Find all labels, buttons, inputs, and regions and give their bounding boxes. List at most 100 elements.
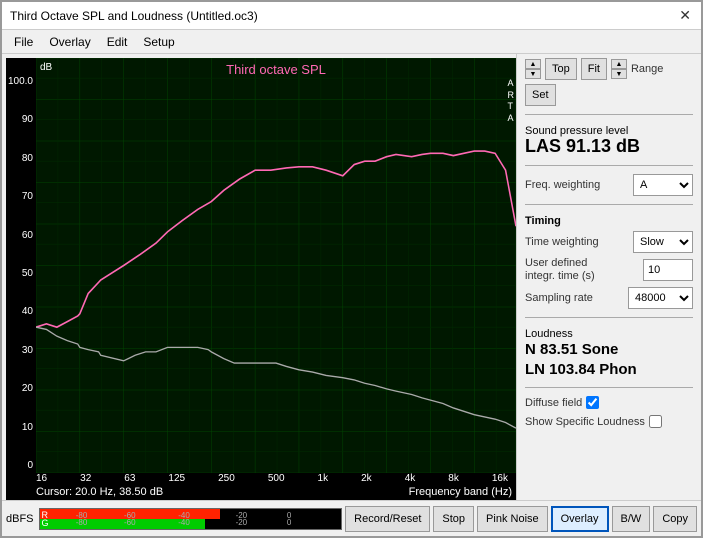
show-specific-label: Show Specific Loudness [525,416,645,428]
chart-area: 100.0 90 80 70 60 50 40 30 20 10 0 Third… [6,58,516,500]
loudness-section: Loudness N 83.51 Sone LN 103.84 Phon [525,326,693,379]
freq-band-label: Frequency band (Hz) [409,486,512,498]
y-tick-80: 80 [6,153,33,164]
set-button[interactable]: Set [525,84,556,106]
level-meter: R G -80 -60 -40 -20 0 -80 -60 -40 -20 0 [39,508,343,530]
freq-250: 250 [218,473,235,484]
freq-weighting-select[interactable]: A B C Z [633,174,693,196]
top-up-btn[interactable]: ▲ [525,59,541,69]
spl-value: LAS 91.13 dB [525,137,693,157]
loudness-label: Loudness [525,328,693,340]
freq-500: 500 [268,473,285,484]
freq-weighting-label: Freq. weighting [525,179,600,191]
time-weighting-select[interactable]: Fast Slow Impulse [633,231,693,253]
diffuse-field-row: Diffuse field [525,396,693,409]
y-tick-50: 50 [6,268,33,279]
sampling-rate-row: Sampling rate 44100 48000 96000 [525,287,693,309]
user-integr-row: User defined integr. time (s) [525,257,693,283]
bw-button[interactable]: B/W [612,506,651,532]
diffuse-field-checkbox[interactable] [586,396,599,409]
y-axis: 100.0 90 80 70 60 50 40 30 20 10 0 [6,58,36,473]
chart-plot: Third octave SPL dB A R T A [36,58,516,473]
freq-125: 125 [168,473,185,484]
loudness-value2: LN 103.84 Phon [525,360,693,380]
timing-label: Timing [525,215,693,227]
freq-1k: 1k [318,473,329,484]
freq-8k: 8k [448,473,459,484]
show-specific-row: Show Specific Loudness [525,415,693,428]
right-panel: ▲ ▼ Top Fit ▲ ▼ Range Set Sound pressure… [516,54,701,500]
user-integr-input[interactable] [643,259,693,281]
stop-button[interactable]: Stop [433,506,474,532]
freq-2k: 2k [361,473,372,484]
arta-label: A R T A [508,78,515,125]
y-tick-90: 90 [6,114,33,125]
range-up-btn[interactable]: ▲ [611,59,627,69]
spl-section: Sound pressure level LAS 91.13 dB [525,123,693,157]
top-down-btn[interactable]: ▼ [525,69,541,79]
show-specific-checkbox[interactable] [649,415,662,428]
y-tick-70: 70 [6,191,33,202]
menu-file[interactable]: File [6,33,41,51]
divider-5 [525,387,693,388]
menu-overlay[interactable]: Overlay [41,33,98,51]
cursor-info: Cursor: 20.0 Hz, 38.50 dB [36,486,163,498]
dbfs-label: dBFS [6,513,34,525]
freq-32: 32 [80,473,91,484]
overlay-button[interactable]: Overlay [551,506,609,532]
freq-4k: 4k [405,473,416,484]
y-tick-100: 100.0 [6,76,33,87]
sampling-rate-label: Sampling rate [525,292,593,304]
user-integr-label: User defined integr. time (s) [525,257,615,283]
copy-button[interactable]: Copy [653,506,697,532]
window-title: Third Octave SPL and Loudness (Untitled.… [10,9,258,23]
time-weighting-label: Time weighting [525,236,599,248]
freq-16k: 16k [492,473,508,484]
freq-63: 63 [124,473,135,484]
divider-2 [525,165,693,166]
chart-svg [36,58,516,473]
tick-0b: 0 [287,518,291,527]
tick-m20: -20 [236,511,248,520]
meter-g-bar [40,519,206,529]
y-tick-0: 0 [6,460,33,471]
divider-3 [525,204,693,205]
y-tick-40: 40 [6,306,33,317]
divider-1 [525,114,693,115]
freq-16: 16 [36,473,47,484]
pink-noise-button[interactable]: Pink Noise [477,506,548,532]
content-area: 100.0 90 80 70 60 50 40 30 20 10 0 Third… [2,54,701,500]
loudness-value1: N 83.51 Sone [525,340,693,360]
menu-bar: File Overlay Edit Setup [2,30,701,54]
bottom-bar: dBFS R G -80 -60 -40 -20 0 -80 -60 -40 -… [2,500,701,536]
y-tick-30: 30 [6,345,33,356]
range-down-btn[interactable]: ▼ [611,69,627,79]
top-button[interactable]: Top [545,58,577,80]
top-spinner: ▲ ▼ [525,59,541,79]
menu-setup[interactable]: Setup [135,33,182,51]
tick-m20b: -20 [236,518,248,527]
timing-section: Timing Time weighting Fast Slow Impulse … [525,213,693,309]
title-bar: Third Octave SPL and Loudness (Untitled.… [2,2,701,30]
y-tick-20: 20 [6,383,33,394]
range-label: Range [631,63,663,75]
divider-4 [525,317,693,318]
top-controls: ▲ ▼ Top Fit ▲ ▼ Range Set [525,58,693,106]
fit-button[interactable]: Fit [581,58,607,80]
chart-wrapper: 100.0 90 80 70 60 50 40 30 20 10 0 Third… [6,58,516,473]
meter-r-bar [40,509,221,519]
freq-labels: 16 32 63 125 250 500 1k 2k 4k 8k 16k [6,473,516,484]
sampling-rate-select[interactable]: 44100 48000 96000 [628,287,693,309]
menu-edit[interactable]: Edit [99,33,136,51]
diffuse-field-label: Diffuse field [525,397,582,409]
chart-title: Third octave SPL [36,62,516,77]
y-tick-60: 60 [6,230,33,241]
freq-weighting-row: Freq. weighting A B C Z [525,174,693,196]
record-reset-button[interactable]: Record/Reset [345,506,430,532]
y-tick-10: 10 [6,422,33,433]
chart-y-label: dB [40,62,52,73]
close-button[interactable]: ✕ [677,7,693,24]
time-weighting-row: Time weighting Fast Slow Impulse [525,231,693,253]
tick-0: 0 [287,511,291,520]
main-window: Third Octave SPL and Loudness (Untitled.… [0,0,703,538]
